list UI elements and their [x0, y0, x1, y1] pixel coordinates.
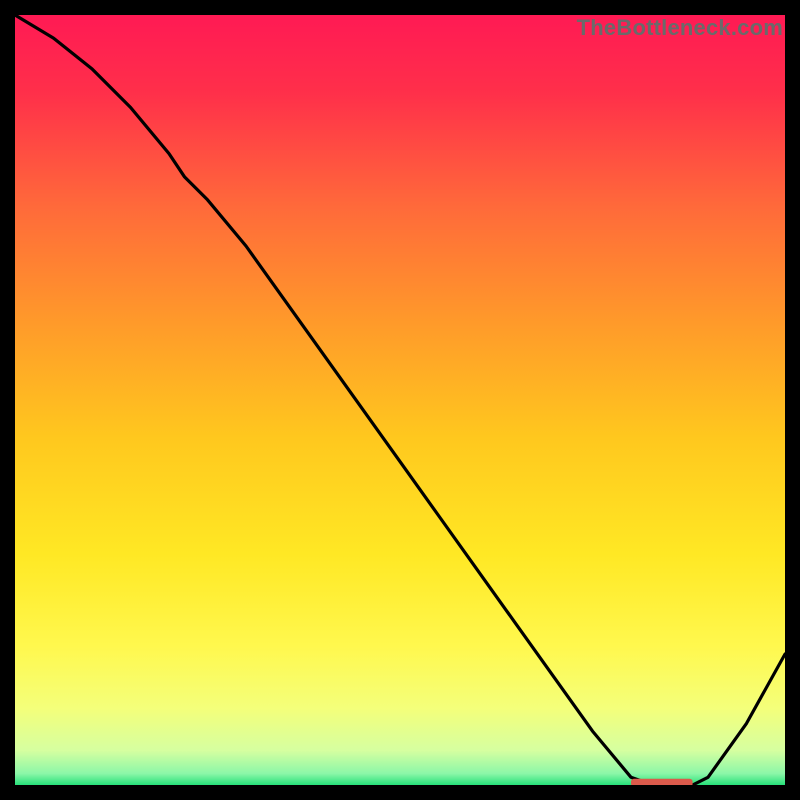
chart-svg: [15, 15, 785, 785]
optimal-marker: [631, 779, 693, 785]
chart-frame: TheBottleneck.com: [15, 15, 785, 785]
chart-background: [15, 15, 785, 785]
watermark-text: TheBottleneck.com: [577, 15, 783, 41]
